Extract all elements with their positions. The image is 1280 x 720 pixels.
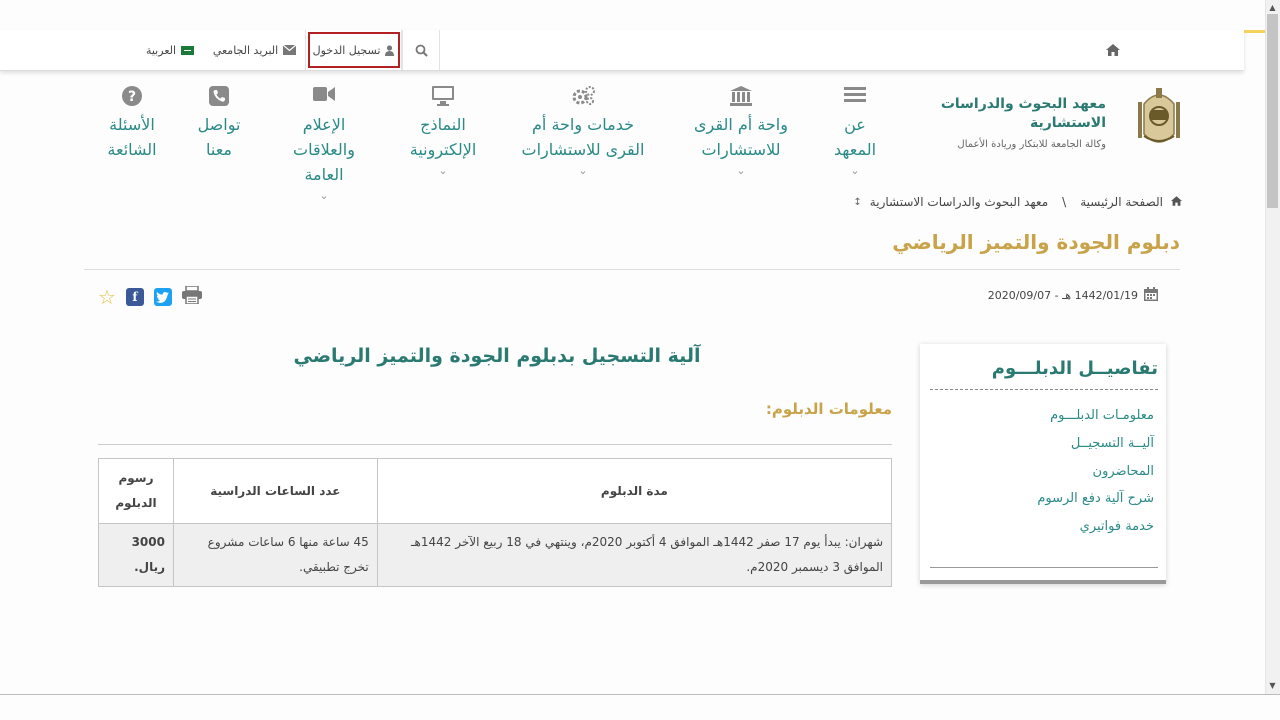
institute-name[interactable]: معهد البحوث والدراسات الاستشارية — [930, 95, 1106, 133]
panel-title-divider — [930, 389, 1158, 390]
panel-link-payment[interactable]: شرح آلية دفع الرسوم — [934, 491, 1154, 506]
table-cell-fees: 3000 ريال. — [98, 523, 174, 587]
phone-icon — [190, 86, 248, 106]
breadcrumb-home-link[interactable]: الصفحة الرئيسية — [1080, 195, 1163, 209]
question-icon: ? — [100, 86, 164, 106]
diploma-info-table: مدة الدبلوم عدد الساعات الدراسية رسوم ال… — [98, 458, 893, 587]
login-label: تسجيل الدخول — [312, 43, 381, 57]
page-title: دبلوم الجودة والتميز الرياضي — [892, 230, 1180, 254]
breadcrumb-current[interactable]: معهد البحوث والدراسات الاستشارية — [870, 195, 1048, 209]
nav-item-contact[interactable]: تواصل معنا — [190, 86, 248, 162]
nav-item-about[interactable]: عن المعهد ⌄ — [826, 86, 884, 178]
institution-icon — [690, 86, 792, 106]
envelope-icon — [283, 45, 297, 55]
breadcrumb: الصفحة الرئيسية \ معهد البحوث والدراسات … — [820, 193, 1182, 211]
university-mail-link[interactable]: البريد الجامعي — [204, 30, 306, 70]
panel-link-lecturers[interactable]: المحاضرون — [934, 464, 1154, 479]
home-icon[interactable] — [1171, 195, 1182, 209]
content-subheading: معلومات الدبلوم: — [765, 400, 892, 418]
monitor-icon — [402, 86, 484, 106]
panel-bottom-divider — [930, 567, 1158, 568]
search-button[interactable] — [402, 30, 440, 70]
nav-label-faq: الأسئلة الشائعة — [107, 115, 157, 159]
table-cell-hours: 45 ساعة منها 6 ساعات مشروع تخرج تطبيقي. — [172, 523, 378, 587]
table-cell-duration: شهران: يبدأ يوم 17 صفر 1442هـ الموافق 4 … — [376, 523, 893, 587]
home-icon[interactable] — [1098, 30, 1128, 70]
table-row: شهران: يبدأ يوم 17 صفر 1442هـ الموافق 4 … — [98, 523, 893, 587]
mail-label: البريد الجامعي — [212, 43, 279, 57]
nav-label-oasis-services: خدمات واحة أم القرى للاستشارات — [521, 115, 645, 159]
table-header-fees: رسوم الدبلوم — [98, 458, 174, 524]
facebook-icon[interactable]: f — [125, 288, 144, 306]
table-header-hours: عدد الساعات الدراسية — [172, 458, 378, 524]
breadcrumb-separator: \ — [1062, 195, 1067, 209]
nav-item-oasis-services[interactable]: خدمات واحة أم القرى للاستشارات ⌄ — [520, 86, 646, 178]
chevron-down-icon: ⌄ — [736, 164, 746, 177]
panel-link-fawateery[interactable]: خدمة فواتيري — [934, 519, 1154, 534]
date-text: 1442/01/19 هـ - 2020/09/07 — [987, 288, 1138, 302]
svg-text:?: ? — [128, 89, 136, 105]
chevron-down-icon: ⌄ — [578, 164, 588, 177]
nav-label-media: الإعلام والعلاقات العامة — [293, 115, 355, 184]
nav-item-oasis-consulting[interactable]: واحة أم القرى للاستشارات ⌄ — [690, 86, 792, 178]
search-icon — [415, 44, 428, 57]
user-icon — [385, 44, 395, 56]
institute-subtitle: وكالة الجامعة للابتكار وريادة الأعمال — [957, 139, 1106, 150]
content-heading: آلية التسجيل بدبلوم الجودة والتميز الريا… — [293, 345, 701, 367]
nav-label-contact: تواصل معنا — [197, 115, 241, 159]
nav-label-about: عن المعهد — [833, 115, 877, 159]
sort-arrows-icon[interactable]: ↕ — [853, 197, 861, 208]
login-button[interactable]: تسجيل الدخول — [306, 30, 402, 70]
gears-icon — [520, 86, 646, 106]
video-camera-icon — [286, 86, 362, 106]
language-switch[interactable]: العربية — [136, 30, 204, 70]
university-logo[interactable] — [1134, 84, 1184, 152]
window-bottom-edge — [0, 694, 1280, 695]
top-bar: تسجيل الدخول البريد الجامعي العربية — [0, 30, 1244, 71]
chevron-down-icon: ⌄ — [850, 164, 860, 177]
list-icon — [826, 86, 884, 106]
chevron-down-icon: ⌄ — [319, 189, 329, 202]
share-toolbar: ☆ f — [98, 285, 218, 308]
table-header-row: مدة الدبلوم عدد الساعات الدراسية رسوم ال… — [98, 458, 893, 524]
scroll-down-arrow-icon[interactable]: ▼ — [1265, 678, 1280, 692]
title-divider — [84, 269, 1180, 270]
twitter-icon[interactable] — [153, 288, 172, 306]
language-label: العربية — [145, 43, 177, 57]
scrollbar-thumb[interactable] — [1267, 14, 1278, 208]
panel-link-diploma-info[interactable]: معلومـات الدبلـــوم — [934, 408, 1154, 423]
panel-title: تفاصيــل الدبلـــوم — [991, 358, 1158, 379]
chevron-down-icon: ⌄ — [438, 164, 448, 177]
saudi-flag-icon — [181, 45, 195, 55]
nav-item-faq[interactable]: ? الأسئلة الشائعة — [100, 86, 164, 162]
star-icon[interactable]: ☆ — [98, 287, 116, 307]
nav-label-oasis-consulting: واحة أم القرى للاستشارات — [694, 115, 788, 159]
nav-item-media[interactable]: الإعلام والعلاقات العامة ⌄ — [286, 86, 362, 203]
print-icon[interactable] — [181, 285, 202, 308]
calendar-icon — [1144, 286, 1158, 304]
content-divider — [98, 444, 892, 445]
accent-mark — [1244, 30, 1265, 33]
publish-date: 1442/01/19 هـ - 2020/09/07 — [900, 285, 1158, 305]
panel-link-registration[interactable]: آليــة التسجيــل — [934, 436, 1154, 451]
scroll-up-arrow-icon[interactable]: ▲ — [1265, 0, 1280, 14]
table-header-duration: مدة الدبلوم — [376, 458, 893, 524]
nav-item-e-forms[interactable]: النماذج الإلكترونية ⌄ — [402, 86, 484, 178]
nav-label-e-forms: النماذج الإلكترونية — [409, 115, 477, 159]
